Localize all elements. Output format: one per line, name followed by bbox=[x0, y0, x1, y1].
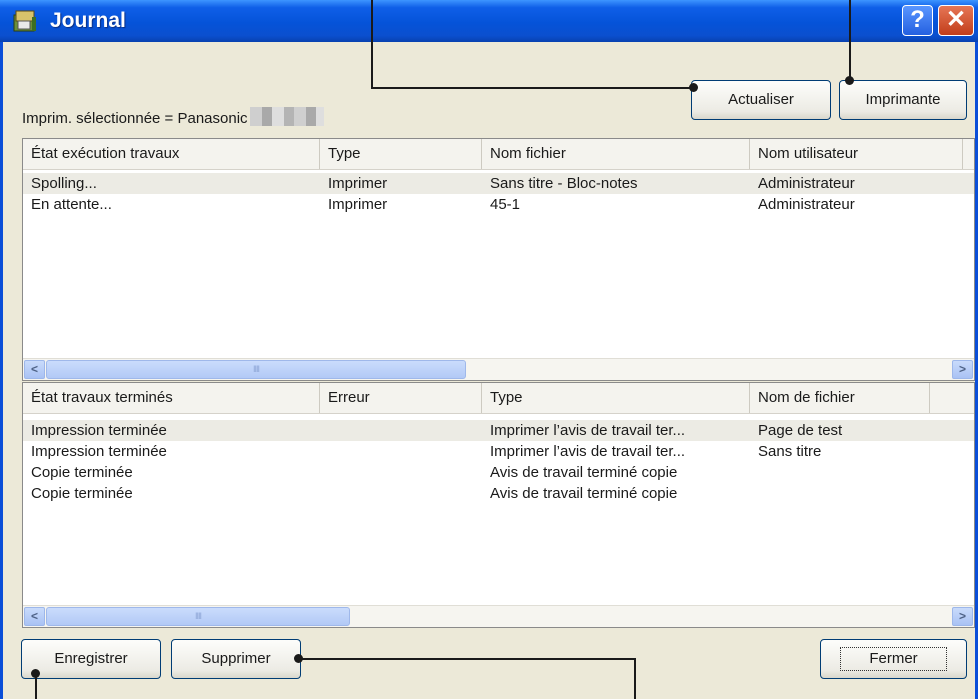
callout-line bbox=[298, 658, 636, 660]
refresh-button[interactable]: Actualiser bbox=[691, 80, 831, 120]
table-row[interactable]: Impression terminée Imprimer l’avis de t… bbox=[23, 420, 974, 441]
horizontal-scrollbar[interactable]: < IIII > bbox=[23, 605, 974, 627]
table-row[interactable]: Spolling... Imprimer Sans titre - Bloc-n… bbox=[23, 173, 974, 194]
type-cell: Imprimer l’avis de travail ter... bbox=[490, 422, 686, 439]
column-header-file-name[interactable]: Nom fichier bbox=[482, 139, 750, 169]
current-jobs-header: État exécution travaux Type Nom fichier … bbox=[23, 139, 974, 170]
file-name-cell: Page de test bbox=[758, 422, 843, 439]
callout-dot bbox=[845, 76, 854, 85]
user-name-cell: Administrateur bbox=[758, 196, 855, 213]
callout-dot bbox=[31, 669, 40, 678]
job-status-cell: Spolling... bbox=[31, 175, 97, 192]
job-type-cell: Imprimer bbox=[328, 175, 388, 192]
close-button-label: Fermer bbox=[840, 647, 947, 671]
scroll-left-arrow-icon[interactable]: < bbox=[24, 360, 45, 379]
table-row[interactable]: Copie terminée Avis de travail terminé c… bbox=[23, 483, 974, 504]
callout-dot bbox=[689, 83, 698, 92]
selected-printer-label: Imprim. sélectionnée = Panasonic bbox=[22, 107, 324, 127]
user-name-cell: Administrateur bbox=[758, 175, 855, 192]
scroll-thumb[interactable]: IIII bbox=[46, 607, 350, 626]
delete-button[interactable]: Supprimer bbox=[171, 639, 301, 679]
job-status-cell: En attente... bbox=[31, 196, 112, 213]
callout-line bbox=[371, 0, 373, 88]
callout-line bbox=[634, 658, 636, 699]
scroll-thumb[interactable]: IIII bbox=[46, 360, 466, 379]
close-button[interactable]: Fermer bbox=[820, 639, 967, 679]
completed-jobs-list[interactable]: État travaux terminés Erreur Type Nom de… bbox=[22, 382, 975, 628]
table-row[interactable]: Copie terminée Avis de travail terminé c… bbox=[23, 462, 974, 483]
horizontal-scrollbar[interactable]: < IIII > bbox=[23, 358, 974, 380]
scroll-right-arrow-icon[interactable]: > bbox=[952, 607, 973, 626]
scroll-right-arrow-icon[interactable]: > bbox=[952, 360, 973, 379]
type-cell: Imprimer l’avis de travail ter... bbox=[490, 443, 686, 460]
completed-status-cell: Impression terminée bbox=[31, 443, 167, 460]
window-title: Journal bbox=[50, 9, 126, 32]
completed-jobs-header: État travaux terminés Erreur Type Nom de… bbox=[23, 383, 974, 414]
callout-line bbox=[371, 87, 694, 89]
redacted-model-name bbox=[249, 107, 324, 126]
column-header-type[interactable]: Type bbox=[482, 383, 750, 413]
close-window-button[interactable]: ✕ bbox=[938, 5, 974, 36]
save-button[interactable]: Enregistrer bbox=[21, 639, 161, 679]
column-header-file-name[interactable]: Nom de fichier bbox=[750, 383, 930, 413]
completed-status-cell: Copie terminée bbox=[31, 464, 133, 481]
scroll-left-arrow-icon[interactable]: < bbox=[24, 607, 45, 626]
completed-status-cell: Impression terminée bbox=[31, 422, 167, 439]
type-cell: Avis de travail terminé copie bbox=[490, 464, 678, 481]
column-header-type[interactable]: Type bbox=[320, 139, 482, 169]
column-header-completed-status[interactable]: État travaux terminés bbox=[23, 383, 320, 413]
file-name-cell: 45-1 bbox=[490, 196, 521, 213]
printer-button[interactable]: Imprimante bbox=[839, 80, 967, 120]
current-jobs-list[interactable]: État exécution travaux Type Nom fichier … bbox=[22, 138, 975, 381]
printer-app-icon bbox=[13, 10, 36, 32]
column-header-user-name[interactable]: Nom utilisateur bbox=[750, 139, 963, 169]
table-row[interactable]: En attente... Imprimer 45-1 Administrate… bbox=[23, 194, 974, 215]
column-header-error[interactable]: Erreur bbox=[320, 383, 482, 413]
help-button[interactable]: ? bbox=[902, 5, 933, 36]
selected-printer-text: Imprim. sélectionnée = Panasonic bbox=[22, 110, 248, 127]
completed-status-cell: Copie terminée bbox=[31, 485, 133, 502]
column-header-job-status[interactable]: État exécution travaux bbox=[23, 139, 320, 169]
file-name-cell: Sans titre - Bloc-notes bbox=[490, 175, 638, 192]
table-row[interactable]: Impression terminée Imprimer l’avis de t… bbox=[23, 441, 974, 462]
job-type-cell: Imprimer bbox=[328, 196, 388, 213]
journal-window: Journal ? ✕ Imprim. sélectionnée = Panas… bbox=[0, 0, 978, 699]
file-name-cell: Sans titre bbox=[758, 443, 822, 460]
type-cell: Avis de travail terminé copie bbox=[490, 485, 678, 502]
title-bar[interactable]: Journal ? ✕ bbox=[0, 0, 978, 42]
callout-line bbox=[849, 0, 851, 80]
